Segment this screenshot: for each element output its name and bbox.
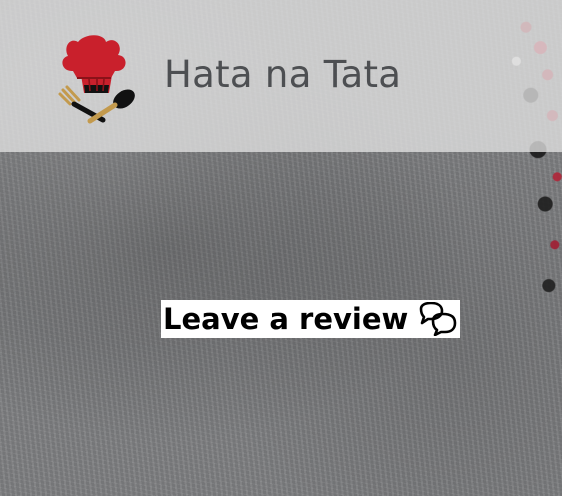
leave-review-label: Leave a review: [163, 302, 409, 336]
site-header: Hata na Tata: [0, 0, 562, 152]
leave-review-button[interactable]: Leave a review: [161, 300, 461, 338]
chat-bubbles-icon: [420, 302, 457, 336]
site-title: Hata na Tata: [164, 53, 402, 96]
page-background: Hata na Tata Leave a review: [0, 0, 562, 496]
site-logo[interactable]: [56, 30, 140, 124]
chef-hat-utensils-icon: [58, 35, 135, 124]
